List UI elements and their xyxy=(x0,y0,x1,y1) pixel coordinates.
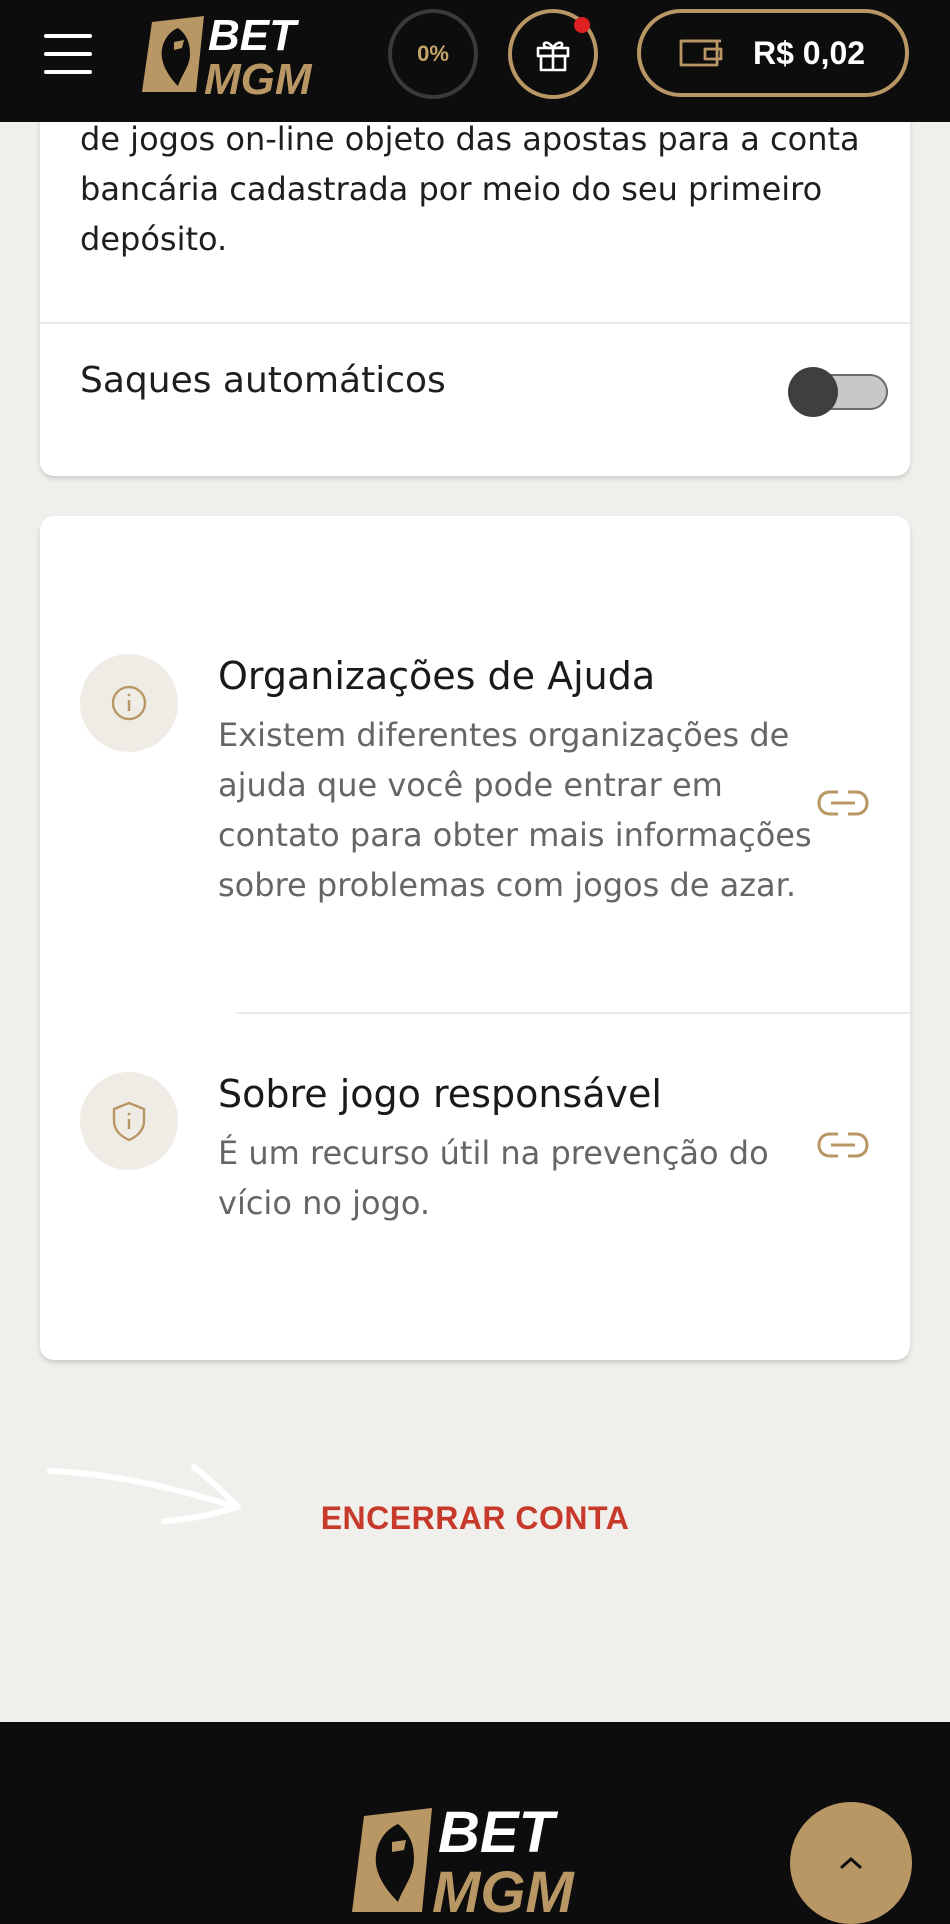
wallet-icon xyxy=(679,39,723,67)
logo-text-bet: BET xyxy=(208,11,299,60)
footer-logo-text-bet: BET xyxy=(438,1800,559,1865)
help-item-title: Organizações de Ajuda xyxy=(218,654,656,698)
notification-dot xyxy=(574,17,590,33)
help-item-responsible-gaming[interactable]: Sobre jogo responsável É um recurso útil… xyxy=(40,1014,910,1360)
betmgm-footer-logo[interactable]: BET MGM xyxy=(346,1798,606,1918)
top-header: BET MGM 0% R$ 0,02 xyxy=(0,0,950,122)
hamburger-menu-icon[interactable] xyxy=(44,34,92,74)
help-item-organizations[interactable]: Organizações de Ajuda Existem diferentes… xyxy=(40,516,910,1012)
link-icon[interactable] xyxy=(816,788,870,818)
wallet-balance-button[interactable]: R$ 0,02 xyxy=(637,9,909,97)
help-item-description: É um recurso útil na prevenção do vício … xyxy=(218,1134,769,1222)
help-resources-card: Organizações de Ajuda Existem diferentes… xyxy=(40,516,910,1360)
help-item-title: Sobre jogo responsável xyxy=(218,1072,662,1116)
scroll-to-top-button[interactable] xyxy=(790,1802,912,1924)
footer-logo-text-mgm: MGM xyxy=(432,1860,575,1918)
chevron-up-icon xyxy=(840,1857,862,1869)
gift-button[interactable] xyxy=(508,9,598,99)
info-icon xyxy=(111,685,147,721)
loyalty-progress-indicator[interactable]: 0% xyxy=(388,9,478,99)
link-icon[interactable] xyxy=(816,1130,870,1160)
divider xyxy=(40,322,910,324)
close-account-button[interactable]: ENCERRAR CONTA xyxy=(0,1500,950,1537)
gift-icon xyxy=(536,41,570,72)
auto-withdraw-toggle[interactable] xyxy=(752,367,888,417)
shield-info-icon xyxy=(112,1101,146,1142)
help-icon-badge xyxy=(80,1072,178,1170)
betmgm-logo[interactable]: BET MGM xyxy=(138,8,338,98)
progress-percent: 0% xyxy=(417,41,449,66)
withdrawal-description: de jogos on-line objeto das apostas para… xyxy=(80,120,860,258)
logo-text-mgm: MGM xyxy=(204,55,313,98)
auto-withdraw-label: Saques automáticos xyxy=(80,360,446,401)
help-item-description: Existem diferentes organizações de ajuda… xyxy=(218,716,812,904)
wallet-amount: R$ 0,02 xyxy=(753,34,866,71)
help-icon-badge xyxy=(80,654,178,752)
